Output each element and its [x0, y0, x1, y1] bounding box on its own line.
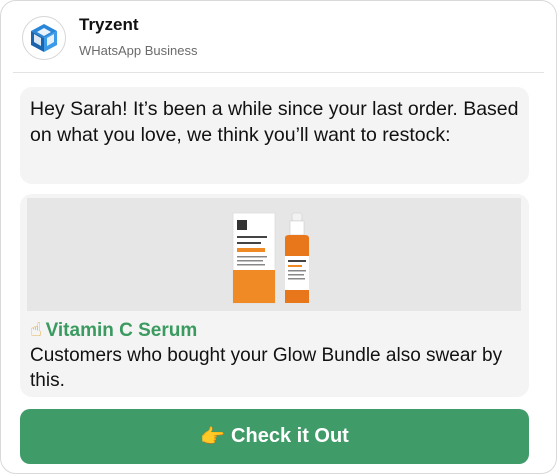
- pointing-up-icon: ☝: [30, 320, 42, 341]
- check-it-out-label: Check it Out: [231, 425, 349, 447]
- greeting-message-bubble: Hey Sarah! It’s been a while since your …: [20, 87, 529, 184]
- brand-subtitle: WHatsApp Business: [79, 43, 198, 58]
- serum-bottle-image: [27, 198, 521, 311]
- product-image[interactable]: [27, 198, 521, 311]
- header-divider: [13, 72, 544, 73]
- brand-name: Tryzent: [79, 15, 139, 34]
- whatsapp-message-card: Tryzent WHatsApp Business Hey Sarah! It’…: [0, 0, 557, 474]
- greeting-text: Hey Sarah! It’s been a while since your …: [30, 98, 519, 146]
- product-title: ☝ Vitamin C Serum: [30, 319, 197, 343]
- sender-header: Tryzent WHatsApp Business: [1, 1, 557, 73]
- check-it-out-button[interactable]: 👉 Check it Out: [20, 409, 529, 464]
- avatar: [22, 16, 66, 60]
- pointing-right-icon: 👉: [200, 426, 226, 448]
- product-description: Customers who bought your Glow Bundle al…: [30, 345, 503, 391]
- cube-logo-icon: [31, 24, 57, 52]
- product-message-bubble: ☝ Vitamin C Serum Customers who bought yo…: [20, 194, 529, 397]
- product-title-text: Vitamin C Serum: [45, 320, 198, 341]
